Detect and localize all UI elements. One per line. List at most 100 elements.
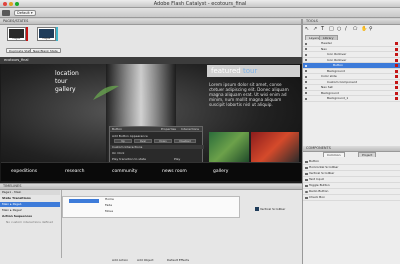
direct-select-tool-icon[interactable]: ↗ bbox=[313, 26, 317, 32]
nav-tour-link[interactable]: tour bbox=[55, 78, 67, 85]
transition-row[interactable]: Main ▸ Page2 bbox=[0, 208, 60, 213]
properties-panel: Button Properties Interactions Add Butto… bbox=[109, 126, 204, 166]
custom-interactions-label: Custom Interactions bbox=[110, 145, 204, 149]
radio-button-component-icon bbox=[305, 190, 308, 193]
no-actions-text: No custom interactions defined bbox=[6, 220, 54, 224]
visibility-icon[interactable] bbox=[305, 70, 307, 72]
component-thumb-icon bbox=[255, 207, 259, 211]
play-label[interactable]: Play bbox=[174, 157, 180, 161]
transition-row-selected[interactable]: Main ▸ Page1 bbox=[0, 202, 60, 207]
tab-common[interactable]: Common bbox=[323, 152, 345, 157]
nav-expeditions[interactable]: expeditions bbox=[11, 169, 37, 174]
components-header: COMPONENTS bbox=[303, 146, 400, 152]
layer-color-marker bbox=[395, 64, 398, 67]
states-header: PAGES/STATES bbox=[0, 19, 301, 25]
text-tool-icon[interactable]: T bbox=[321, 26, 324, 32]
on-click-label: On Click bbox=[112, 151, 125, 155]
state-thumbnail[interactable]: Page1 bbox=[7, 27, 26, 41]
visibility-icon[interactable] bbox=[305, 42, 307, 45]
component-item[interactable]: Vertical Scrollbar bbox=[303, 171, 400, 177]
artboard-title: ecotours_final bbox=[0, 57, 302, 64]
nav-community[interactable]: community bbox=[112, 169, 137, 174]
hscrollbar-component-icon bbox=[305, 166, 308, 169]
state-disabled-button[interactable]: Disabled bbox=[174, 139, 196, 143]
bottom-nav: expeditions research community news room… bbox=[1, 162, 301, 181]
window-title: Adobe Flash Catalyst - ecotours_final bbox=[153, 1, 247, 7]
visibility-icon[interactable] bbox=[305, 86, 307, 89]
visibility-icon[interactable] bbox=[305, 97, 307, 100]
layer-color-marker bbox=[395, 69, 398, 73]
artboard: ecotours_final location tour gallery fea… bbox=[0, 57, 302, 183]
visibility-icon[interactable] bbox=[305, 81, 307, 83]
transition-label: Play transition to state bbox=[112, 157, 147, 161]
nav-research[interactable]: research bbox=[65, 169, 84, 174]
checkbox-component-icon bbox=[305, 196, 308, 199]
gallery-image bbox=[209, 132, 249, 162]
action-sequences-label: Action Sequences bbox=[2, 214, 33, 218]
workspace-dropdown[interactable]: Default ▾ bbox=[14, 10, 36, 16]
component-track[interactable]: Vertical Scrollbar bbox=[255, 206, 301, 212]
nav-gallery-link[interactable]: gallery bbox=[55, 86, 76, 93]
track-area[interactable]: Home Fade Move bbox=[62, 196, 240, 218]
nav-gallery[interactable]: gallery bbox=[213, 169, 228, 174]
visibility-icon[interactable] bbox=[305, 59, 307, 61]
state-marker bbox=[26, 27, 28, 41]
visibility-icon[interactable] bbox=[305, 75, 307, 78]
state-marker bbox=[56, 27, 58, 41]
rectangle-tool-icon[interactable]: □ bbox=[329, 26, 334, 32]
state-thumbnail[interactable]: Page2 bbox=[37, 27, 56, 41]
component-item[interactable]: Toggle Button bbox=[303, 183, 400, 189]
appearance-label: Add Button Appearance bbox=[112, 134, 148, 138]
zoom-tool-icon[interactable]: ⚲ bbox=[369, 26, 373, 32]
visibility-icon[interactable] bbox=[305, 48, 307, 50]
add-action-button[interactable]: Add Action bbox=[110, 258, 130, 263]
tab-project[interactable]: Project bbox=[358, 152, 377, 157]
line-tool-icon[interactable]: / bbox=[345, 26, 347, 32]
layer-color-marker bbox=[395, 97, 398, 100]
properties-tab[interactable]: Properties bbox=[161, 127, 176, 132]
button-component-icon bbox=[305, 160, 308, 163]
add-object-button[interactable]: Add Object bbox=[135, 258, 156, 263]
leaf-graphic bbox=[91, 82, 121, 102]
select-tool-icon[interactable]: ↖ bbox=[305, 26, 309, 32]
visibility-icon[interactable] bbox=[305, 53, 307, 56]
nav-news-room[interactable]: news room bbox=[162, 169, 187, 174]
featured-heading: featured tour bbox=[207, 65, 300, 77]
layer-color-marker bbox=[395, 75, 398, 78]
layer-row[interactable]: Background_1 bbox=[303, 96, 400, 102]
component-item[interactable]: Text Input bbox=[303, 177, 400, 183]
tab-library[interactable]: Library bbox=[319, 35, 338, 40]
ellipse-tool-icon[interactable]: ○ bbox=[337, 26, 341, 32]
components-panel: COMPONENTS Common Project Button Horizon… bbox=[302, 146, 400, 264]
state-label: Page2 bbox=[42, 37, 51, 40]
state-up-button[interactable]: Up bbox=[114, 139, 132, 143]
featured-body-text: Lorem ipsum dolor sit amet, conse ctetue… bbox=[209, 82, 289, 107]
layers-panel: TOOLS ↖ ↗ T □ ○ / ⬠ ✋ ⚲ Layers Library H… bbox=[302, 19, 400, 146]
text-input-component-icon bbox=[305, 178, 308, 181]
timelines-panel: TIMELINES Page1 - Main State Transitions… bbox=[0, 183, 302, 264]
component-item[interactable]: Button bbox=[303, 159, 400, 165]
app-menu-icon[interactable] bbox=[2, 10, 10, 16]
hand-tool-icon[interactable]: ✋ bbox=[361, 26, 367, 32]
default-effects-button[interactable]: Default Effects bbox=[165, 258, 191, 263]
design-canvas[interactable]: location tour gallery featured tour Lore… bbox=[1, 64, 301, 181]
state-over-button[interactable]: Over bbox=[134, 139, 152, 143]
new-blank-state-button[interactable]: New Blank State bbox=[30, 48, 61, 53]
nav-location-link[interactable]: location bbox=[55, 70, 79, 77]
component-item[interactable]: Radio Button bbox=[303, 189, 400, 195]
toggle-button-component-icon bbox=[305, 184, 308, 187]
state-down-button[interactable]: Down bbox=[154, 139, 172, 143]
layer-color-marker bbox=[395, 47, 398, 51]
track-label: Fade bbox=[105, 203, 113, 207]
properties-header: Button Properties Interactions bbox=[110, 127, 202, 132]
title-bar: Adobe Flash Catalyst - ecotours_final bbox=[0, 0, 400, 8]
track-label: Move bbox=[105, 209, 114, 213]
visibility-icon[interactable] bbox=[305, 64, 307, 67]
interactions-tab[interactable]: Interactions bbox=[181, 127, 199, 132]
component-item[interactable]: Check Box bbox=[303, 195, 400, 201]
component-item[interactable]: Horizontal Scrollbar bbox=[303, 165, 400, 171]
visibility-icon[interactable] bbox=[305, 92, 307, 94]
vscrollbar-component-icon bbox=[305, 172, 308, 175]
timeline-bar[interactable] bbox=[69, 199, 99, 203]
polygon-tool-icon[interactable]: ⬠ bbox=[353, 26, 357, 32]
